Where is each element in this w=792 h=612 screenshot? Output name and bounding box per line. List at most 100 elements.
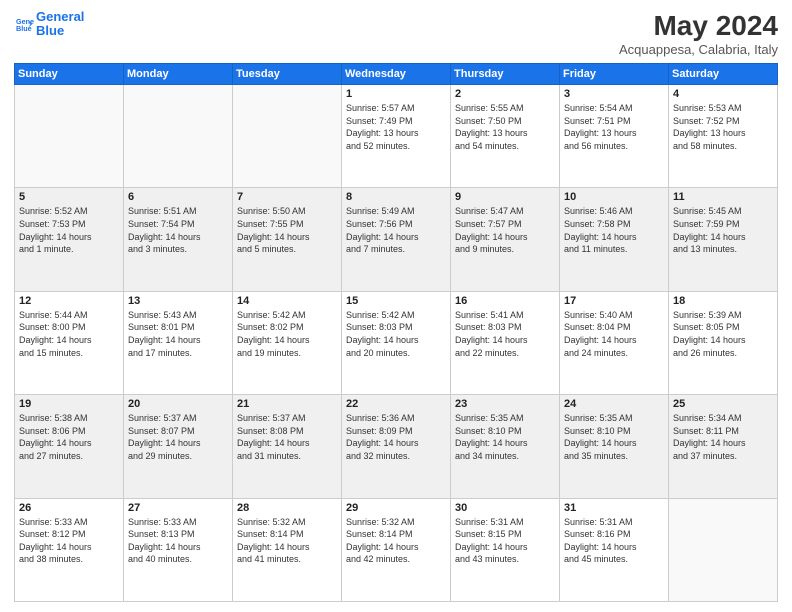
day-number: 2 — [455, 88, 555, 100]
day-number: 15 — [346, 295, 446, 307]
calendar-cell: 28 Sunrise: 5:32 AM Sunset: 8:14 PM Dayli… — [233, 498, 342, 601]
day-number: 21 — [237, 398, 337, 410]
logo-icon: General Blue — [16, 15, 34, 33]
day-number: 14 — [237, 295, 337, 307]
day-info: Sunrise: 5:32 AM Sunset: 8:14 PM Dayligh… — [237, 516, 337, 566]
day-info: Sunrise: 5:36 AM Sunset: 8:09 PM Dayligh… — [346, 412, 446, 462]
day-info: Sunrise: 5:46 AM Sunset: 7:58 PM Dayligh… — [564, 205, 664, 255]
calendar-cell: 8 Sunrise: 5:49 AM Sunset: 7:56 PM Daylig… — [342, 188, 451, 291]
logo: General Blue General Blue — [14, 10, 84, 39]
calendar-cell: 1 Sunrise: 5:57 AM Sunset: 7:49 PM Daylig… — [342, 85, 451, 188]
day-number: 24 — [564, 398, 664, 410]
day-info: Sunrise: 5:37 AM Sunset: 8:08 PM Dayligh… — [237, 412, 337, 462]
day-info: Sunrise: 5:38 AM Sunset: 8:06 PM Dayligh… — [19, 412, 119, 462]
day-info: Sunrise: 5:33 AM Sunset: 8:13 PM Dayligh… — [128, 516, 228, 566]
subtitle: Acquappesa, Calabria, Italy — [619, 42, 778, 57]
calendar-cell: 20Sunrise: 5:37 AM Sunset: 8:07 PM Dayli… — [124, 395, 233, 498]
day-info: Sunrise: 5:53 AM Sunset: 7:52 PM Dayligh… — [673, 102, 773, 152]
calendar-cell: 18Sunrise: 5:39 AM Sunset: 8:05 PM Dayli… — [669, 291, 778, 394]
day-info: Sunrise: 5:54 AM Sunset: 7:51 PM Dayligh… — [564, 102, 664, 152]
calendar-cell: 2 Sunrise: 5:55 AM Sunset: 7:50 PM Daylig… — [451, 85, 560, 188]
svg-text:Blue: Blue — [16, 24, 32, 33]
col-header-wednesday: Wednesday — [342, 64, 451, 85]
calendar-cell: 13 Sunrise: 5:43 AM Sunset: 8:01 PM Dayli… — [124, 291, 233, 394]
day-info: Sunrise: 5:35 AM Sunset: 8:10 PM Dayligh… — [455, 412, 555, 462]
day-number: 11 — [673, 191, 773, 203]
day-number: 13 — [128, 295, 228, 307]
calendar-cell: 22Sunrise: 5:36 AM Sunset: 8:09 PM Dayli… — [342, 395, 451, 498]
calendar-row-0: 1 Sunrise: 5:57 AM Sunset: 7:49 PM Daylig… — [15, 85, 778, 188]
day-number: 26 — [19, 502, 119, 514]
calendar-head: SundayMondayTuesdayWednesdayThursdayFrid… — [15, 64, 778, 85]
calendar-cell: 29Sunrise: 5:32 AM Sunset: 8:14 PM Dayli… — [342, 498, 451, 601]
day-info: Sunrise: 5:34 AM Sunset: 8:11 PM Dayligh… — [673, 412, 773, 462]
calendar-cell: 10 Sunrise: 5:46 AM Sunset: 7:58 PM Dayli… — [560, 188, 669, 291]
main-title: May 2024 — [619, 10, 778, 42]
col-header-tuesday: Tuesday — [233, 64, 342, 85]
calendar-cell: 26 Sunrise: 5:33 AM Sunset: 8:12 PM Dayli… — [15, 498, 124, 601]
day-info: Sunrise: 5:42 AM Sunset: 8:02 PM Dayligh… — [237, 309, 337, 359]
day-info: Sunrise: 5:31 AM Sunset: 8:16 PM Dayligh… — [564, 516, 664, 566]
day-info: Sunrise: 5:52 AM Sunset: 7:53 PM Dayligh… — [19, 205, 119, 255]
header: General Blue General Blue May 2024 Acqua… — [14, 10, 778, 57]
day-number: 19 — [19, 398, 119, 410]
day-number: 27 — [128, 502, 228, 514]
day-info: Sunrise: 5:57 AM Sunset: 7:49 PM Dayligh… — [346, 102, 446, 152]
page: General Blue General Blue May 2024 Acqua… — [0, 0, 792, 612]
calendar-cell — [15, 85, 124, 188]
calendar-cell: 25 Sunrise: 5:34 AM Sunset: 8:11 PM Dayli… — [669, 395, 778, 498]
day-number: 17 — [564, 295, 664, 307]
calendar-cell: 3 Sunrise: 5:54 AM Sunset: 7:51 PM Daylig… — [560, 85, 669, 188]
col-header-saturday: Saturday — [669, 64, 778, 85]
day-info: Sunrise: 5:31 AM Sunset: 8:15 PM Dayligh… — [455, 516, 555, 566]
calendar-cell: 21 Sunrise: 5:37 AM Sunset: 8:08 PM Dayli… — [233, 395, 342, 498]
calendar-cell: 15Sunrise: 5:42 AM Sunset: 8:03 PM Dayli… — [342, 291, 451, 394]
logo-blue: Blue — [36, 24, 84, 38]
day-number: 23 — [455, 398, 555, 410]
day-info: Sunrise: 5:33 AM Sunset: 8:12 PM Dayligh… — [19, 516, 119, 566]
day-number: 4 — [673, 88, 773, 100]
calendar-cell: 17Sunrise: 5:40 AM Sunset: 8:04 PM Dayli… — [560, 291, 669, 394]
day-info: Sunrise: 5:35 AM Sunset: 8:10 PM Dayligh… — [564, 412, 664, 462]
day-number: 28 — [237, 502, 337, 514]
day-number: 7 — [237, 191, 337, 203]
calendar-cell: 5 Sunrise: 5:52 AM Sunset: 7:53 PM Daylig… — [15, 188, 124, 291]
day-info: Sunrise: 5:51 AM Sunset: 7:54 PM Dayligh… — [128, 205, 228, 255]
calendar-cell: 16 Sunrise: 5:41 AM Sunset: 8:03 PM Dayli… — [451, 291, 560, 394]
day-number: 3 — [564, 88, 664, 100]
calendar-row-4: 26 Sunrise: 5:33 AM Sunset: 8:12 PM Dayli… — [15, 498, 778, 601]
day-info: Sunrise: 5:49 AM Sunset: 7:56 PM Dayligh… — [346, 205, 446, 255]
col-header-monday: Monday — [124, 64, 233, 85]
day-number: 6 — [128, 191, 228, 203]
day-info: Sunrise: 5:41 AM Sunset: 8:03 PM Dayligh… — [455, 309, 555, 359]
day-number: 9 — [455, 191, 555, 203]
calendar-cell: 9 Sunrise: 5:47 AM Sunset: 7:57 PM Daylig… — [451, 188, 560, 291]
calendar-cell: 11 Sunrise: 5:45 AM Sunset: 7:59 PM Dayli… — [669, 188, 778, 291]
day-number: 25 — [673, 398, 773, 410]
calendar-cell — [669, 498, 778, 601]
calendar-cell: 4 Sunrise: 5:53 AM Sunset: 7:52 PM Daylig… — [669, 85, 778, 188]
day-number: 10 — [564, 191, 664, 203]
col-header-friday: Friday — [560, 64, 669, 85]
day-number: 31 — [564, 502, 664, 514]
day-number: 8 — [346, 191, 446, 203]
day-number: 12 — [19, 295, 119, 307]
day-info: Sunrise: 5:55 AM Sunset: 7:50 PM Dayligh… — [455, 102, 555, 152]
day-number: 1 — [346, 88, 446, 100]
day-info: Sunrise: 5:44 AM Sunset: 8:00 PM Dayligh… — [19, 309, 119, 359]
calendar-cell: 30 Sunrise: 5:31 AM Sunset: 8:15 PM Dayli… — [451, 498, 560, 601]
day-number: 5 — [19, 191, 119, 203]
day-info: Sunrise: 5:32 AM Sunset: 8:14 PM Dayligh… — [346, 516, 446, 566]
day-number: 16 — [455, 295, 555, 307]
calendar-row-2: 12 Sunrise: 5:44 AM Sunset: 8:00 PM Dayli… — [15, 291, 778, 394]
day-info: Sunrise: 5:47 AM Sunset: 7:57 PM Dayligh… — [455, 205, 555, 255]
calendar-cell: 7Sunrise: 5:50 AM Sunset: 7:55 PM Daylig… — [233, 188, 342, 291]
day-number: 18 — [673, 295, 773, 307]
calendar-cell: 14 Sunrise: 5:42 AM Sunset: 8:02 PM Dayli… — [233, 291, 342, 394]
col-header-thursday: Thursday — [451, 64, 560, 85]
logo-general: General — [36, 10, 84, 24]
day-number: 30 — [455, 502, 555, 514]
day-info: Sunrise: 5:45 AM Sunset: 7:59 PM Dayligh… — [673, 205, 773, 255]
day-info: Sunrise: 5:43 AM Sunset: 8:01 PM Dayligh… — [128, 309, 228, 359]
calendar-row-3: 19 Sunrise: 5:38 AM Sunset: 8:06 PM Dayli… — [15, 395, 778, 498]
